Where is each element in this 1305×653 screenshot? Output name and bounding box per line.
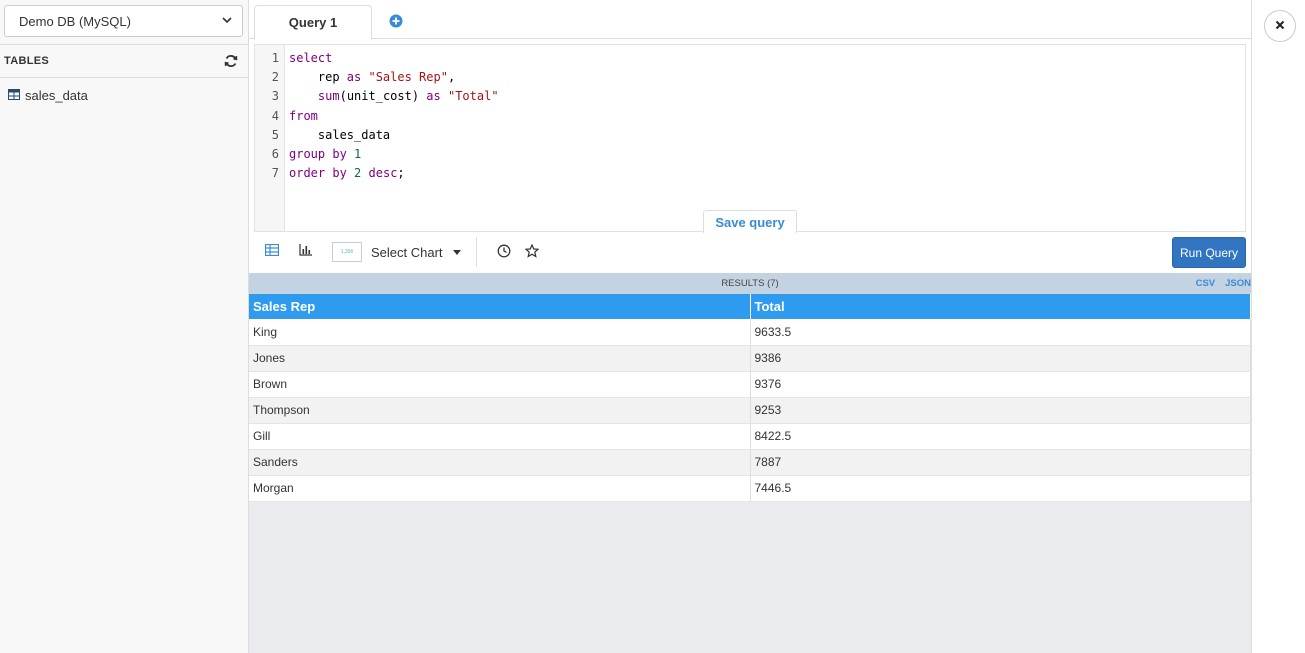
code-line: rep as "Sales Rep", xyxy=(289,70,456,85)
line-number: 6 xyxy=(271,146,279,161)
database-select-value: Demo DB (MySQL) xyxy=(19,13,131,29)
refresh-icon[interactable] xyxy=(224,54,238,68)
table-header-row: Sales Rep Total xyxy=(249,294,1251,319)
table-cell: Sanders xyxy=(249,449,751,476)
run-query-button[interactable]: Run Query xyxy=(1172,237,1246,268)
history-icon[interactable] xyxy=(497,244,513,260)
table-cell: Gill xyxy=(249,423,751,450)
chevron-down-icon xyxy=(222,15,232,28)
line-number: 4 xyxy=(271,108,279,123)
table-cell: 9253 xyxy=(750,397,1251,424)
chart-thumbnail[interactable]: 1,396 xyxy=(332,242,362,262)
tables-label: TABLES xyxy=(4,55,49,67)
add-tab-icon[interactable] xyxy=(389,14,403,28)
table-item-sales-data[interactable]: sales_data xyxy=(8,88,88,103)
results-panel: RESULTS (7) CSV JSON Sales Rep Total Kin… xyxy=(249,273,1251,653)
bar-chart-icon[interactable] xyxy=(299,244,315,260)
select-chart-dropdown[interactable]: Select Chart xyxy=(371,244,461,260)
sidebar: Demo DB (MySQL) TABLES sales_data xyxy=(0,0,249,653)
code-line: order by 2 desc; xyxy=(289,166,405,181)
main-panel: Query 1 1 2 3 4 5 6 7 select rep as "Sal… xyxy=(249,0,1251,653)
table-cell: 7446.5 xyxy=(750,475,1251,502)
line-number: 1 xyxy=(271,51,279,65)
star-icon[interactable] xyxy=(524,243,541,260)
line-number: 7 xyxy=(271,166,279,181)
right-panel xyxy=(1251,0,1305,653)
csv-export-link[interactable]: CSV xyxy=(1196,278,1216,289)
results-table: Sales Rep Total King 9633.5 Jones 9386 B… xyxy=(249,294,1251,502)
table-cell: Brown xyxy=(249,371,751,398)
column-header-sales-rep[interactable]: Sales Rep xyxy=(249,294,751,319)
line-number: 5 xyxy=(271,127,279,142)
line-number: 2 xyxy=(271,70,279,85)
table-item-label: sales_data xyxy=(25,88,88,103)
results-bar: RESULTS (7) CSV JSON xyxy=(249,273,1251,294)
database-select[interactable]: Demo DB (MySQL) xyxy=(4,5,243,37)
tables-header: TABLES xyxy=(0,44,248,78)
table-row: Brown 9376 xyxy=(249,371,1251,398)
table-cell: 8422.5 xyxy=(750,423,1251,450)
table-cell: 9386 xyxy=(750,345,1251,372)
code-lines: select rep as "Sales Rep", sum(unit_cost… xyxy=(289,49,499,183)
column-header-total[interactable]: Total xyxy=(750,294,1251,319)
tab-query-1[interactable]: Query 1 xyxy=(254,5,372,40)
export-links: CSV JSON xyxy=(1196,273,1251,294)
results-count-label: RESULTS (7) xyxy=(721,278,779,289)
code-line: from xyxy=(289,108,318,123)
line-number-gutter: 1 2 3 4 5 6 7 xyxy=(255,45,285,231)
query-tabs: Query 1 xyxy=(249,0,1251,40)
table-row: Morgan 7446.5 xyxy=(249,475,1251,502)
table-row: Thompson 9253 xyxy=(249,397,1251,424)
close-button[interactable] xyxy=(1264,10,1296,42)
table-row: Jones 9386 xyxy=(249,345,1251,372)
table-cell: Morgan xyxy=(249,475,751,502)
table-cell: King xyxy=(249,319,751,346)
line-number: 3 xyxy=(271,89,279,104)
code-line: group by 1 xyxy=(289,146,362,161)
toolbar-divider xyxy=(476,237,477,267)
table-cell: Jones xyxy=(249,345,751,372)
table-row: Gill 8422.5 xyxy=(249,423,1251,450)
table-icon xyxy=(8,88,20,103)
table-cell: 9376 xyxy=(750,371,1251,398)
table-row: King 9633.5 xyxy=(249,319,1251,346)
table-view-icon[interactable] xyxy=(264,243,281,260)
sql-editor[interactable]: 1 2 3 4 5 6 7 select rep as "Sales Rep",… xyxy=(254,44,1246,232)
close-icon xyxy=(1275,17,1285,35)
table-cell: 7887 xyxy=(750,449,1251,476)
caret-down-icon xyxy=(452,249,461,255)
table-cell: 9633.5 xyxy=(750,319,1251,346)
select-chart-label: Select Chart xyxy=(371,244,443,260)
table-row: Sanders 7887 xyxy=(249,449,1251,476)
table-cell: Thompson xyxy=(249,397,751,424)
code-line: sales_data xyxy=(289,127,391,142)
code-line: select xyxy=(289,51,333,65)
save-query-button[interactable]: Save query xyxy=(703,210,797,233)
code-line: sum(unit_cost) as "Total" xyxy=(317,89,499,104)
json-export-link[interactable]: JSON xyxy=(1225,278,1251,289)
